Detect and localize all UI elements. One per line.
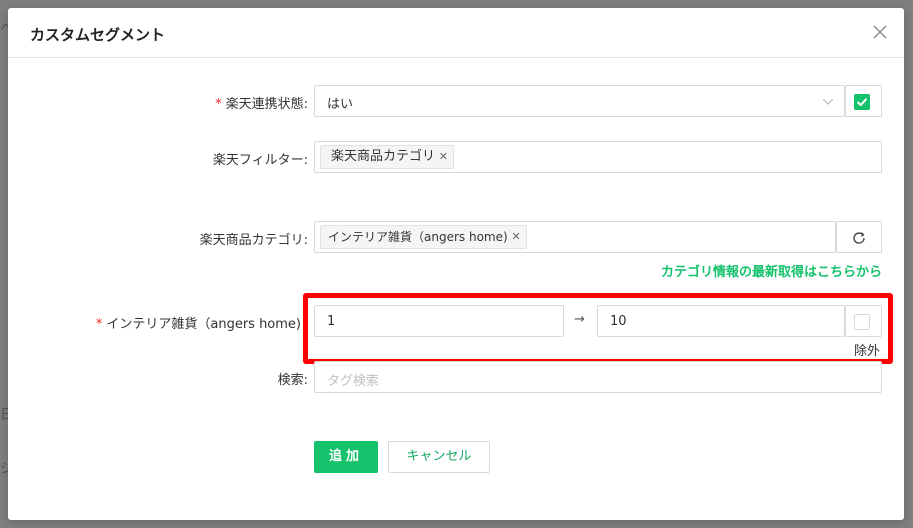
search-label: 検索: — [277, 373, 308, 388]
filter-tag-label: 楽天商品カテゴリ — [331, 149, 436, 164]
interior-range-label: * インテリア雑貨（angers home) — [96, 313, 301, 332]
rakuten-filter-label: 楽天フィルター: — [212, 153, 308, 168]
modal-title: カスタムセグメント — [30, 26, 166, 44]
checkbox-checked-icon — [854, 94, 870, 110]
close-button[interactable] — [870, 22, 890, 42]
rakuten-filter-multiselect[interactable]: 楽天商品カテゴリ ✕ — [314, 141, 882, 173]
rakuten-link-label-text: 楽天連携状態: — [225, 97, 308, 112]
required-mark: * — [215, 97, 222, 112]
chevron-down-icon — [822, 98, 834, 105]
add-button[interactable]: 追加 — [314, 441, 378, 473]
rakuten-link-select[interactable]: はい — [314, 85, 845, 117]
category-tag-label: インテリア雑貨（angers home) — [328, 230, 508, 244]
exclude-checkbox[interactable] — [845, 305, 882, 337]
tag-remove-icon[interactable]: ✕ — [439, 146, 448, 168]
rakuten-link-select-value: はい — [327, 97, 354, 112]
tag-remove-icon[interactable]: ✕ — [511, 226, 520, 248]
range-to-input[interactable]: 10 — [597, 305, 845, 337]
range-to-value: 10 — [610, 314, 627, 329]
refresh-icon — [853, 232, 865, 244]
range-from-input[interactable]: 1 — [314, 305, 564, 337]
latest-category-link[interactable]: カテゴリ情報の最新取得はこちらから — [661, 261, 882, 280]
range-separator: → — [574, 312, 585, 327]
close-icon — [873, 25, 887, 39]
tag-search-input[interactable]: タグ検索 — [314, 361, 882, 393]
refresh-button[interactable] — [836, 221, 882, 253]
tag-search-placeholder: タグ検索 — [327, 374, 380, 389]
required-mark: * — [95, 317, 103, 332]
rakuten-link-label: * 楽天連携状態: — [215, 93, 308, 112]
modal-header: カスタムセグメント — [8, 8, 904, 58]
filter-tag: 楽天商品カテゴリ ✕ — [320, 145, 455, 169]
custom-segment-modal: カスタムセグメント * 楽天連携状態: はい 楽天フィルター: 楽天商品カテゴリ … — [8, 8, 904, 520]
range-from-value: 1 — [327, 314, 336, 329]
cancel-button[interactable]: キャンセル — [388, 441, 490, 473]
interior-range-label-text: インテリア雑貨（angers home) — [106, 317, 301, 332]
category-tag: インテリア雑貨（angers home) ✕ — [320, 225, 527, 249]
checkbox-unchecked-icon — [854, 314, 870, 330]
exclude-label: 除外 — [854, 344, 881, 359]
product-category-label: 楽天商品カテゴリ: — [199, 233, 308, 248]
product-category-multiselect[interactable]: インテリア雑貨（angers home) ✕ — [314, 221, 836, 253]
rakuten-link-checkbox[interactable] — [845, 85, 882, 117]
